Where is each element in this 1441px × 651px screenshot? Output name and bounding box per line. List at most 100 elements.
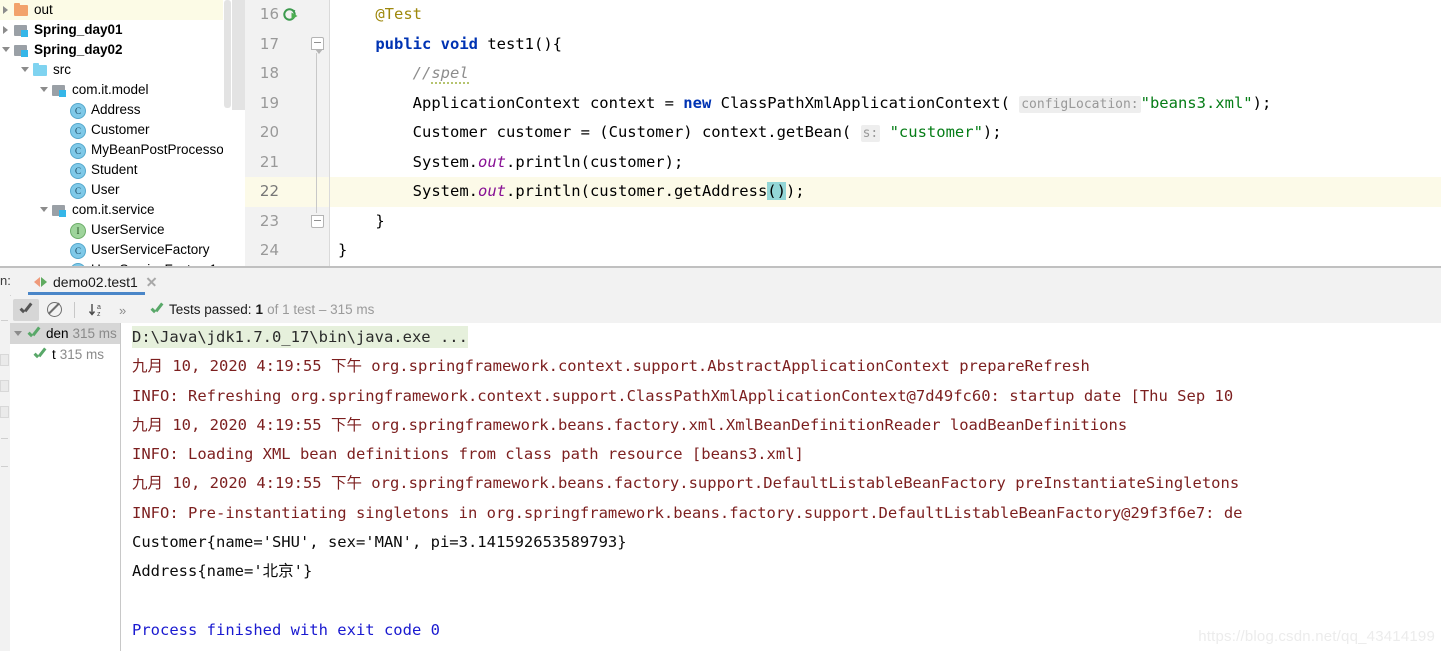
console-line: INFO: Refreshing org.springframework.con… (132, 386, 1234, 405)
more-options-button[interactable]: » (113, 299, 139, 321)
code-line-16[interactable]: @Test (330, 0, 1441, 30)
code-text-area[interactable]: @Test public void test1(){ //spel Applic… (330, 0, 1441, 266)
editor-left-strip (232, 0, 245, 266)
chevron-closed-icon[interactable] (0, 20, 13, 40)
status-check-icon (149, 302, 165, 318)
class-icon: C (70, 162, 86, 179)
editor-gutter[interactable]: 16 17 18 19 20 21 22 23 24 (245, 0, 330, 266)
run-tab-row: n: demo02.test1 (0, 268, 1441, 295)
code-line-19[interactable]: ApplicationContext context = new ClassPa… (330, 89, 1441, 119)
code-line-20[interactable]: Customer customer = (Customer) context.g… (330, 118, 1441, 148)
close-icon[interactable] (145, 276, 157, 288)
tree-item-userservice[interactable]: I UserService (0, 220, 232, 240)
top-area: out Spring_day01 Spring_day02src com.it.mod… (0, 0, 1441, 266)
module-icon (13, 42, 29, 58)
chevron-open-icon[interactable] (0, 40, 13, 60)
console-line: INFO: Loading XML bean definitions from … (132, 445, 804, 464)
chevron-open-icon[interactable] (38, 200, 51, 220)
test-passed-icon (26, 326, 42, 342)
run-test-gutter-icon[interactable] (283, 7, 299, 23)
svg-text:a: a (97, 304, 101, 311)
chevron-open-icon[interactable] (19, 60, 32, 80)
gutter-line-19: 19 (245, 89, 330, 119)
run-tab-demo02-test1[interactable]: demo02.test1 (28, 268, 163, 295)
code-line-17[interactable]: public void test1(){ (330, 30, 1441, 60)
run-tool-window: n: demo02.test1 a z » Tests passed: 1 of… (0, 268, 1441, 651)
tree-item-address[interactable]: C Address (0, 100, 232, 120)
tree-item-com-it-service[interactable]: com.it.service (0, 200, 232, 220)
line-number: 22 (259, 182, 279, 200)
chevron-closed-icon[interactable] (0, 0, 13, 20)
project-tool-window[interactable]: out Spring_day01 Spring_day02src com.it.mod… (0, 0, 232, 266)
console-line: D:\Java\jdk1.7.0_17\bin\java.exe ... (121, 323, 1441, 352)
code-fold-marker-close[interactable] (311, 215, 324, 228)
tree-item-label: src (53, 62, 71, 77)
tree-item-com-it-model[interactable]: com.it.model (0, 80, 232, 100)
checkmark-icon (18, 302, 34, 318)
class-icon: C (70, 182, 86, 199)
code-line-21[interactable]: System.out.println(customer); (330, 148, 1441, 178)
console-line: INFO: Pre-instantiating singletons in or… (132, 503, 1243, 522)
code-line-24[interactable]: } (330, 236, 1441, 266)
toolbar-separator (74, 301, 75, 318)
tree-item-label: Customer (91, 122, 150, 137)
code-fold-line (316, 53, 317, 213)
strip-separator (1, 320, 8, 321)
strip-button-3[interactable] (0, 406, 9, 418)
tree-item-spring-day02[interactable]: Spring_day02 (0, 40, 232, 60)
tree-item-customer[interactable]: C Customer (0, 120, 232, 140)
console-line: 九月 10, 2020 4:19:55 下午 org.springframewo… (132, 415, 1128, 434)
active-tab-underline (28, 292, 145, 295)
gutter-line-24: 24 (245, 236, 330, 266)
strip-separator-2 (1, 438, 8, 439)
code-fold-marker-open[interactable] (311, 37, 324, 54)
strip-button-2[interactable] (0, 380, 9, 392)
tree-item-label: com.it.model (72, 82, 149, 97)
test-results-tree[interactable]: den 315 ms t 315 ms (10, 323, 121, 651)
project-tree-scrollbar[interactable] (223, 0, 232, 266)
source-folder-icon (32, 62, 48, 78)
test-status-label: Tests passed: 1 of 1 test – 315 ms (149, 302, 374, 318)
tree-item-spring-day01[interactable]: Spring_day01 (0, 20, 232, 40)
gutter-line-18: 18 (245, 59, 330, 89)
chevron-open-icon[interactable] (38, 80, 51, 100)
console-output[interactable]: D:\Java\jdk1.7.0_17\bin\java.exe ... 九月 1… (121, 323, 1441, 651)
module-icon (13, 22, 29, 38)
tests-passed-prefix: Tests passed: (169, 302, 252, 317)
class-icon: C (70, 142, 86, 159)
show-passed-toggle-button[interactable] (13, 298, 39, 321)
tree-item-out[interactable]: out (0, 0, 232, 20)
tree-item-label: com.it.service (72, 202, 155, 217)
tree-item-src[interactable]: src (0, 60, 232, 80)
test-runner-toolbar: a z » Tests passed: 1 of 1 test – 315 ms (10, 296, 1441, 323)
code-line-23[interactable]: } (330, 207, 1441, 237)
tree-item-userservicefactory[interactable]: C UserServiceFactory (0, 240, 232, 260)
package-icon (51, 82, 67, 98)
hide-ignored-button[interactable] (42, 299, 68, 321)
sort-alphabetically-button[interactable]: a z (84, 299, 110, 321)
tree-item-mybeanpostprocessor[interactable]: C MyBeanPostProcessor (0, 140, 232, 160)
class-icon: C (70, 122, 86, 139)
code-line-22[interactable]: System.out.println(customer.getAddress()… (330, 177, 1441, 207)
strip-button-1[interactable] (0, 354, 9, 366)
sort-az-icon: a z (88, 302, 106, 318)
tree-item-label: Student (91, 162, 138, 177)
test-tree-row[interactable]: t 315 ms (10, 344, 120, 365)
project-tree-scroll-thumb[interactable] (224, 0, 231, 108)
tree-item-label: Address (91, 102, 141, 117)
strip-separator-3 (1, 466, 8, 467)
code-line-18[interactable]: //spel (330, 59, 1441, 89)
tests-passed-suffix: of 1 test – 315 ms (267, 302, 375, 317)
chevron-open-icon[interactable] (10, 323, 26, 344)
console-line: Customer{name='SHU', sex='MAN', pi=3.141… (132, 533, 627, 552)
tree-item-student[interactable]: C Student (0, 160, 232, 180)
tree-item-label: Spring_day01 (34, 22, 123, 37)
gutter-line-21: 21 (245, 148, 330, 178)
tree-item-user[interactable]: C User (0, 180, 232, 200)
code-editor[interactable]: 16 17 18 19 20 21 22 23 24 @Test public void tes… (245, 0, 1441, 266)
test-name: den (46, 326, 69, 341)
test-tree-row[interactable]: den 315 ms (10, 323, 120, 344)
